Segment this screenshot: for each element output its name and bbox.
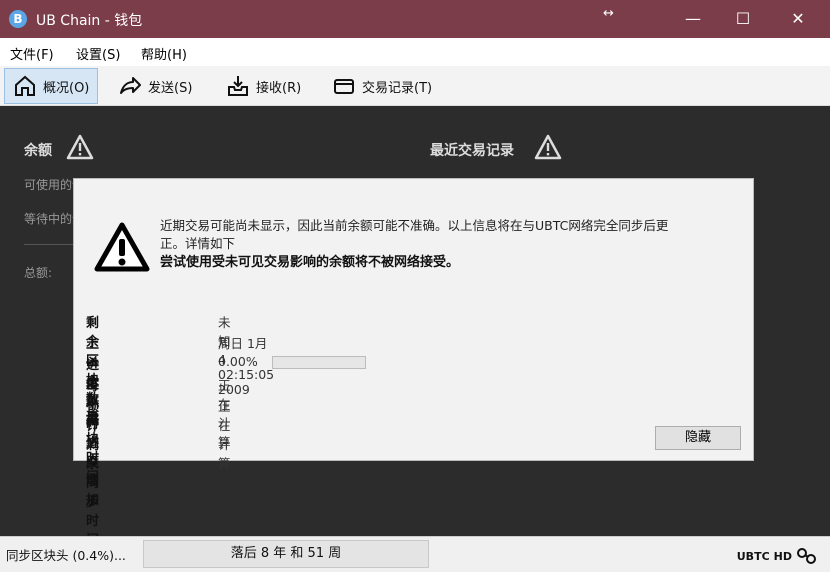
tab-receive[interactable]: 接收(R): [218, 68, 309, 104]
sync-network-icon: [797, 548, 816, 564]
hide-button[interactable]: 隐藏: [655, 426, 741, 450]
tab-overview[interactable]: 概况(O): [4, 68, 99, 104]
recent-transactions-label: 最近交易记录: [430, 143, 514, 159]
title-bar[interactable]: B UB Chain - 钱包 ↔ — ☐ ✕: [0, 0, 830, 38]
send-arrow-icon: [120, 77, 141, 94]
app-icon: B: [9, 10, 27, 28]
menu-bar: 文件(F) 设置(S) 帮助(H): [0, 38, 830, 66]
close-button[interactable]: ✕: [775, 5, 821, 33]
sync-status-text: 同步区块头 (0.4%)...: [6, 548, 126, 563]
tab-send-label: 发送(S): [148, 80, 193, 96]
home-icon: [15, 75, 35, 96]
menu-help[interactable]: 帮助(H): [141, 44, 187, 63]
tab-receive-label: 接收(R): [256, 80, 302, 96]
status-indicators: UBTC HD: [737, 547, 818, 565]
wallet-window: B UB Chain - 钱包 ↔ — ☐ ✕ 文件(F) 设置(S) 帮助(H…: [0, 0, 830, 572]
sync-message-warning: 尝试使用受未可见交易影响的余额将不被网络接受。: [160, 255, 460, 270]
warning-icon: [94, 222, 150, 272]
total-balance-label: 总额:: [24, 266, 53, 280]
menu-file[interactable]: 文件(F): [10, 44, 54, 63]
tab-overview-label: 概况(O): [43, 80, 90, 96]
progress-value: 0.00%: [218, 354, 258, 369]
menu-settings[interactable]: 设置(S): [76, 44, 120, 63]
maximize-button[interactable]: ☐: [720, 5, 766, 33]
sync-message-line1: 近期交易可能尚未显示，因此当前余额可能不准确。以上信息将在与UBTC网络完全同步…: [160, 218, 669, 233]
status-bar: 同步区块头 (0.4%)... 落后 8 年 和 51 周 UBTC HD: [0, 536, 830, 572]
unit-label[interactable]: UBTC: [737, 550, 770, 563]
transactions-card-icon: [334, 79, 354, 94]
tool-bar: 概况(O) 发送(S) 接收(R) 交易记录(T): [0, 66, 830, 106]
hd-badge: HD: [773, 549, 792, 563]
receive-inbox-icon: [228, 76, 248, 96]
sync-progress-bar: [272, 356, 366, 369]
eta-key: 预计剩余同步时间: [86, 400, 100, 548]
tab-send[interactable]: 发送(S): [110, 68, 200, 104]
tab-transactions-label: 交易记录(T): [362, 80, 433, 96]
sync-message-line2: 正。详情如下: [160, 236, 236, 251]
balance-label: 余额: [24, 143, 52, 159]
window-title: UB Chain - 钱包: [36, 13, 143, 29]
minimize-button[interactable]: —: [670, 5, 716, 33]
tab-transactions[interactable]: 交易记录(T): [324, 68, 440, 104]
sync-warning-dialog: 近期交易可能尚未显示，因此当前余额可能不准确。以上信息将在与UBTC网络完全同步…: [73, 178, 754, 548]
eta-value: 正在计算: [218, 399, 231, 471]
behind-status-box[interactable]: 落后 8 年 和 51 周: [143, 540, 429, 568]
resize-arrows-icon: ↔: [603, 6, 614, 21]
balance-warning-icon[interactable]: [66, 134, 94, 160]
recent-tx-warning-icon[interactable]: [534, 134, 562, 160]
